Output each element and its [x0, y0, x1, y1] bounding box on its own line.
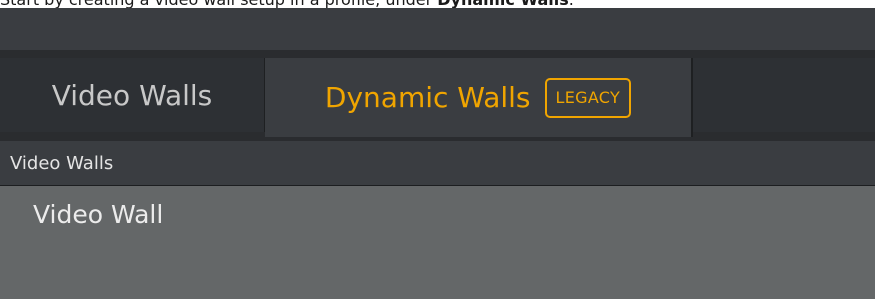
tab-bar-empty-area	[693, 58, 875, 132]
tab-dynamic-walls[interactable]: Dynamic Walls LEGACY	[265, 58, 693, 137]
tab-video-walls[interactable]: Video Walls	[0, 58, 265, 132]
tab-dynamic-walls-label: Dynamic Walls	[324, 81, 531, 114]
section-header: Video Walls	[0, 140, 875, 186]
instruction-caption: Start by creating a video wall setup in …	[0, 0, 875, 8]
section-header-label: Video Walls	[10, 152, 114, 174]
tab-video-walls-label: Video Walls	[51, 78, 213, 112]
tab-bar: Video Walls Dynamic Walls LEGACY	[0, 54, 875, 140]
video-wall-list: Video Wall	[0, 186, 875, 299]
list-item-video-wall[interactable]: Video Wall	[33, 200, 163, 229]
app-window: Video Walls Dynamic Walls LEGACY Video W…	[0, 8, 875, 299]
legacy-badge: LEGACY	[544, 77, 632, 118]
top-bar	[0, 8, 875, 50]
